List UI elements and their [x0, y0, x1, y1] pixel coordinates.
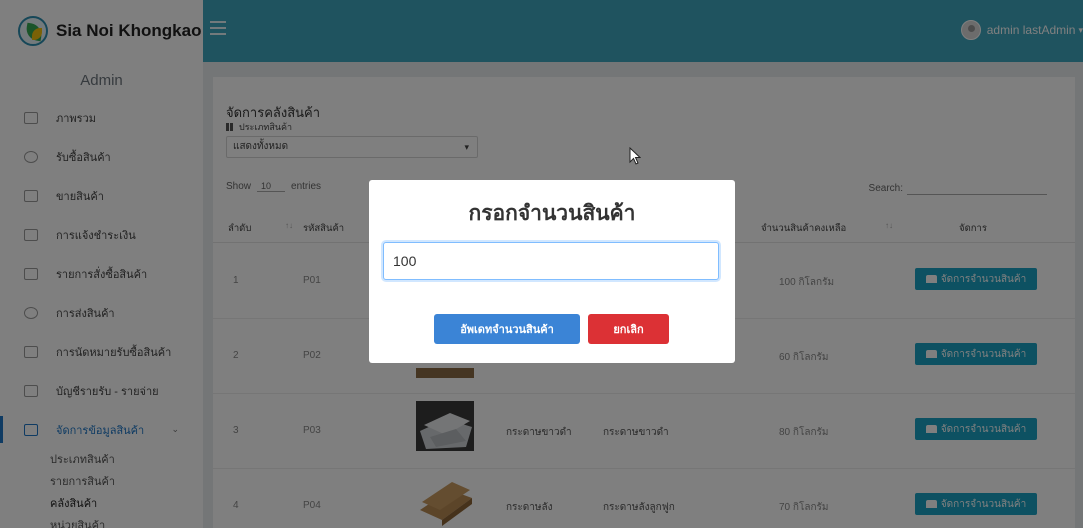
cancel-button[interactable]: ยกเลิก — [588, 314, 669, 344]
mouse-cursor-icon — [629, 147, 641, 165]
update-quantity-button[interactable]: อัพเดทจำนวนสินค้า — [434, 314, 580, 344]
modal-title: กรอกจำนวนสินค้า — [468, 202, 636, 225]
quantity-input[interactable]: 100 — [383, 242, 719, 280]
quantity-modal: กรอกจำนวนสินค้า 100 อัพเดทจำนวนสินค้า ยก… — [369, 180, 735, 363]
